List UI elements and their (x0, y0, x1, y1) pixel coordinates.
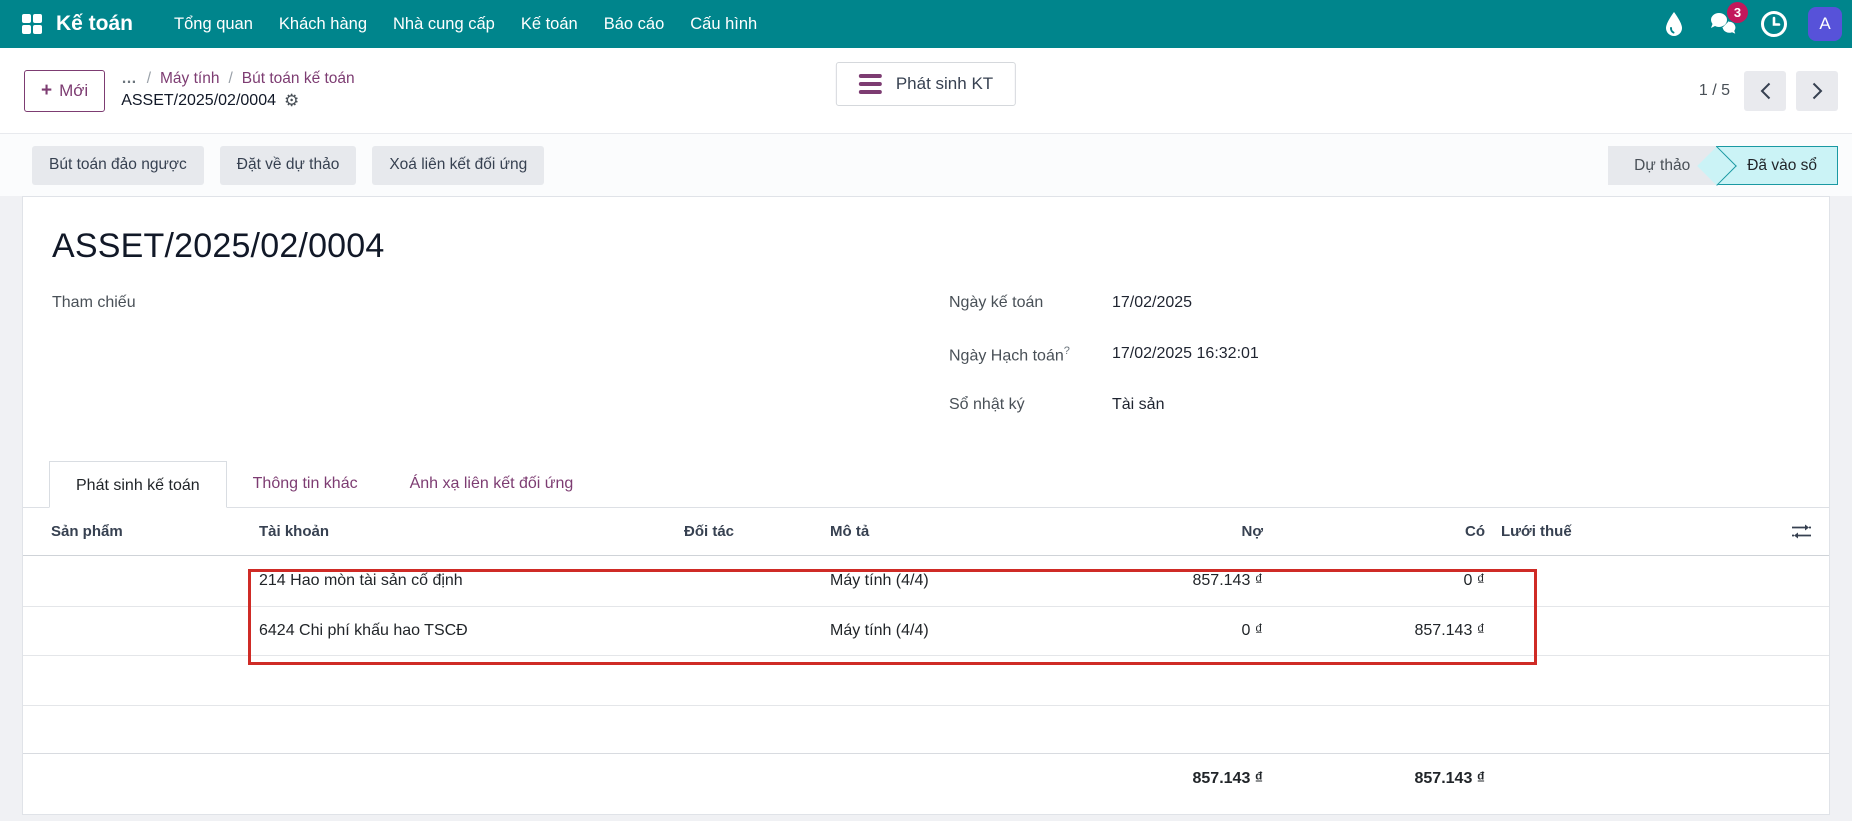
tab-thong-tin-khac[interactable]: Thông tin khác (227, 460, 384, 507)
breadcrumb-link-but-toan[interactable]: Bút toán kế toán (242, 70, 355, 88)
cell-description[interactable]: Máy tính (4/4) (822, 572, 1062, 590)
notebook-tabs: Phát sinh kế toán Thông tin khác Ánh xạ … (23, 460, 1829, 508)
nav-item-cau-hinh[interactable]: Cấu hình (677, 0, 770, 48)
control-panel: + Mới … / Máy tính / Bút toán kế toán AS… (0, 48, 1852, 134)
breadcrumb-separator: / (228, 70, 232, 88)
table-row[interactable]: 6424 Chi phí khấu hao TSCĐ Máy tính (4/4… (23, 607, 1829, 656)
table-spacer (23, 706, 1829, 753)
total-debit: 857.143 ₫ (1062, 770, 1271, 788)
nav-item-khach-hang[interactable]: Khách hàng (266, 0, 380, 48)
pager-next-button[interactable] (1796, 71, 1838, 111)
avatar[interactable]: A (1808, 7, 1842, 41)
breadcrumb-separator: / (147, 70, 151, 88)
reset-to-draft-button[interactable]: Đặt về dự thảo (220, 146, 357, 185)
tab-phat-sinh-ke-toan[interactable]: Phát sinh kế toán (49, 461, 227, 508)
optional-columns-button[interactable] (1613, 523, 1829, 540)
breadcrumb-ellipsis[interactable]: … (121, 70, 138, 88)
status-step-posted[interactable]: Đã vào sổ (1716, 146, 1838, 185)
field-value-ngay-hach-toan[interactable]: 17/02/2025 16:32:01 (1112, 345, 1259, 363)
apps-grid-icon[interactable] (22, 14, 42, 34)
field-label-so-nhat-ky: Sổ nhật ký (949, 396, 1112, 414)
chevron-left-icon (1760, 82, 1771, 100)
field-label-ngay-ke-toan: Ngày kế toán (949, 294, 1112, 312)
breadcrumb: … / Máy tính / Bút toán kế toán ASSET/20… (121, 70, 354, 111)
breadcrumb-link-may-tinh[interactable]: Máy tính (160, 70, 219, 88)
journal-items-button[interactable]: Phát sinh KT (836, 62, 1016, 106)
help-tooltip-icon[interactable]: ? (1064, 345, 1070, 357)
reverse-entry-button[interactable]: Bút toán đảo ngược (32, 146, 204, 185)
form-page: ASSET/2025/02/0004 Tham chiếu Ngày kế to… (0, 196, 1852, 821)
clock-icon[interactable] (1754, 4, 1794, 44)
pager-counter: 1 / 5 (1699, 82, 1730, 100)
nav-item-nha-cung-cap[interactable]: Nhà cung cấp (380, 0, 508, 48)
form-sheet: ASSET/2025/02/0004 Tham chiếu Ngày kế to… (22, 196, 1830, 815)
table-row-empty[interactable] (23, 656, 1829, 706)
total-credit: 857.143 ₫ (1271, 770, 1493, 788)
cell-credit[interactable]: 0 ₫ (1271, 572, 1493, 590)
col-header-co[interactable]: Có (1271, 523, 1493, 540)
pager-previous-button[interactable] (1744, 71, 1786, 111)
top-navbar: Kế toán Tổng quan Khách hàng Nhà cung cấ… (0, 0, 1852, 48)
field-group: Tham chiếu Ngày kế toán 17/02/2025 Ngày … (52, 294, 1800, 447)
col-header-san-pham[interactable]: Sản phẩm (23, 523, 251, 540)
message-count-badge: 3 (1727, 2, 1748, 23)
app-name[interactable]: Kế toán (56, 12, 133, 36)
sliders-icon (1792, 523, 1811, 540)
col-header-no[interactable]: Nợ (1062, 523, 1271, 540)
new-button-label: Mới (59, 81, 88, 101)
table-totals-row: 857.143 ₫ 857.143 ₫ (23, 753, 1829, 803)
form-statusbar: Bút toán đảo ngược Đặt về dự thảo Xoá li… (0, 134, 1852, 196)
plus-icon: + (41, 81, 52, 100)
remove-counterpart-link-button[interactable]: Xoá liên kết đối ứng (372, 146, 544, 185)
table-row[interactable]: 214 Hao mòn tài sản cố định Máy tính (4/… (23, 556, 1829, 607)
pager: 1 / 5 (1699, 71, 1838, 111)
field-value-ngay-ke-toan[interactable]: 17/02/2025 (1112, 294, 1192, 312)
status-step-posted-label: Đã vào sổ (1747, 157, 1817, 174)
tab-anh-xa-lien-ket-doi-ung[interactable]: Ánh xạ liên kết đối ứng (384, 460, 600, 507)
col-header-luoi-thue[interactable]: Lưới thuế (1493, 523, 1613, 540)
cell-account[interactable]: 6424 Chi phí khấu hao TSCĐ (251, 622, 676, 640)
nav-item-tong-quan[interactable]: Tổng quan (161, 0, 266, 48)
hamburger-icon (859, 74, 882, 94)
cell-debit[interactable]: 857.143 ₫ (1062, 572, 1271, 590)
journal-items-button-label: Phát sinh KT (896, 74, 993, 94)
droplet-icon[interactable] (1654, 4, 1694, 44)
record-title: ASSET/2025/02/0004 (52, 227, 1829, 266)
nav-item-ke-toan[interactable]: Kế toán (508, 0, 591, 48)
field-label-ngay-hach-toan: Ngày Hạch toán? (949, 345, 1112, 365)
gear-icon[interactable]: ⚙ (284, 91, 299, 111)
cell-account[interactable]: 214 Hao mòn tài sản cố định (251, 572, 676, 590)
chat-icon[interactable]: 3 (1704, 4, 1744, 44)
navbar-systray: 3 A (1654, 4, 1842, 44)
cell-credit[interactable]: 857.143 ₫ (1271, 622, 1493, 640)
nav-item-bao-cao[interactable]: Báo cáo (591, 0, 678, 48)
status-steps: Dự thảo Đã vào sổ (1608, 146, 1838, 185)
field-label-tham-chieu: Tham chiếu (52, 294, 215, 312)
field-value-so-nhat-ky[interactable]: Tài sản (1112, 396, 1164, 414)
breadcrumb-current: ASSET/2025/02/0004 (121, 92, 276, 110)
col-header-mo-ta[interactable]: Mô tả (822, 523, 1062, 540)
cell-debit[interactable]: 0 ₫ (1062, 622, 1271, 640)
col-header-tai-khoan[interactable]: Tài khoản (251, 523, 676, 540)
table-header-row: Sản phẩm Tài khoản Đối tác Mô tả Nợ Có L… (23, 508, 1829, 556)
new-button[interactable]: + Mới (24, 70, 105, 112)
cell-description[interactable]: Máy tính (4/4) (822, 622, 1062, 640)
chevron-right-icon (1812, 82, 1823, 100)
col-header-doi-tac[interactable]: Đối tác (676, 523, 822, 540)
